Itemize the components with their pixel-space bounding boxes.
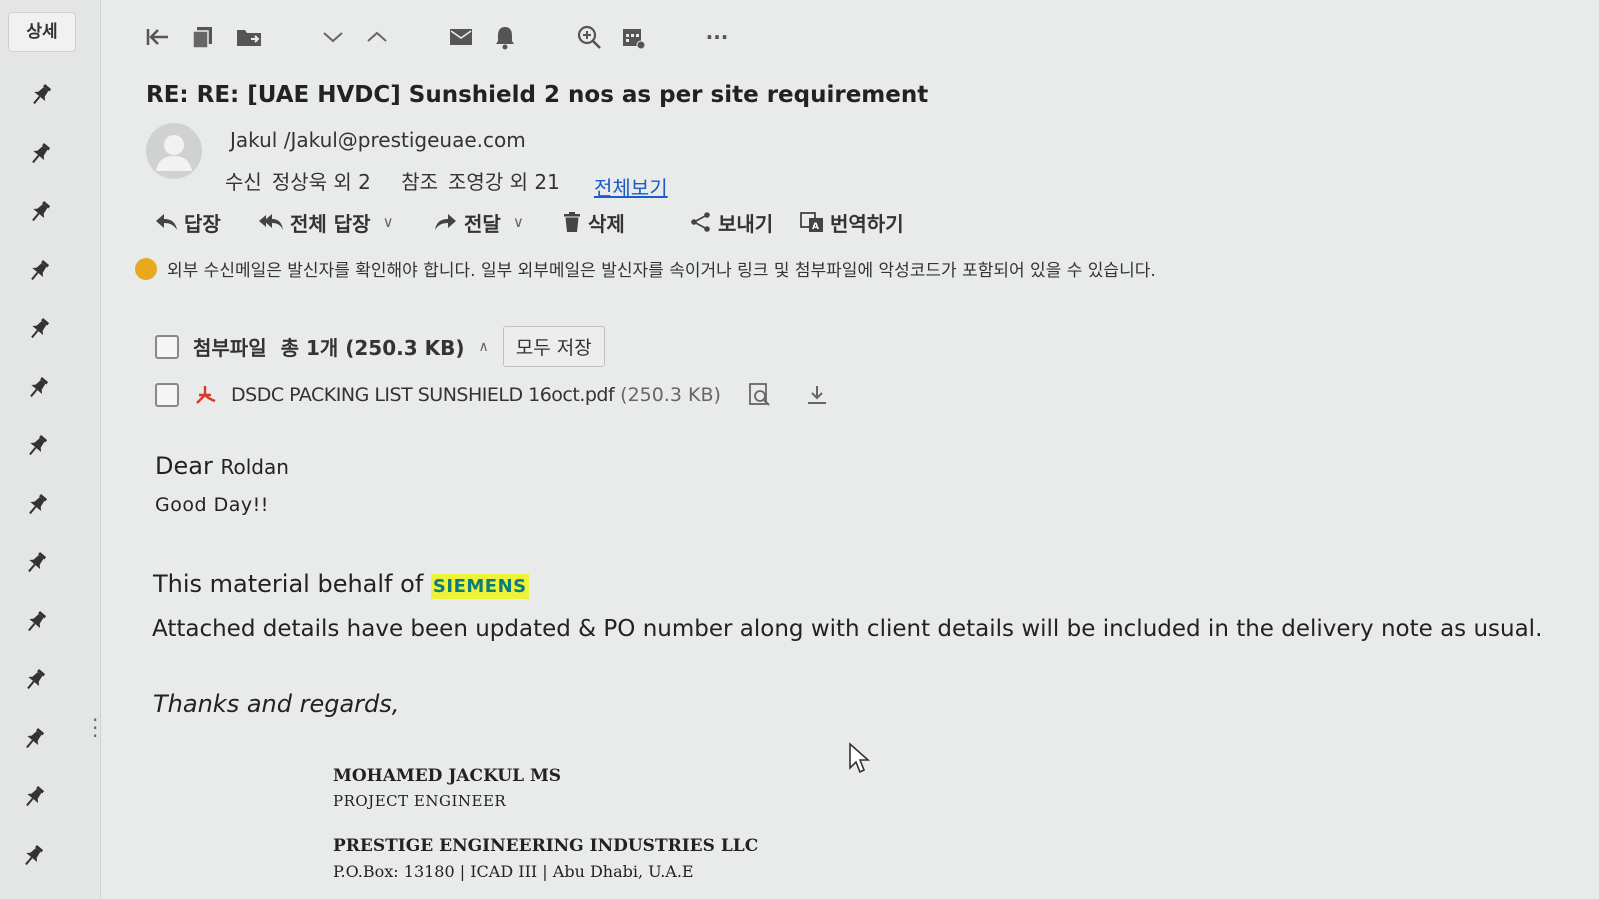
translate-button[interactable]: A 번역하기 (800, 204, 904, 240)
copy-icon[interactable] (188, 20, 218, 54)
svg-text:A: A (812, 222, 819, 232)
trash-icon (564, 212, 580, 232)
pin-icon[interactable] (26, 258, 52, 284)
attachments-header: 첨부파일 총 1개 (250.3 KB) ∧ 모두 저장 (155, 326, 605, 367)
forward-icon (435, 214, 456, 230)
view-all-link[interactable]: 전체보기 (594, 172, 668, 201)
pin-icon[interactable] (22, 667, 48, 693)
greeting-dear: Dear (155, 452, 213, 480)
forward-label: 전달 (464, 211, 501, 236)
material-line: This material behalf of SIEMENS (153, 570, 529, 599)
reply-all-label: 전체 답장 (290, 211, 371, 236)
pin-icon[interactable] (20, 843, 46, 869)
pin-icon[interactable] (21, 784, 47, 810)
external-mail-warning: 외부 수신메일은 발신자를 확인해야 합니다. 일부 외부메일은 발신자를 속이… (135, 256, 1156, 281)
reply-label: 답장 (184, 211, 221, 236)
pin-icon[interactable] (21, 726, 47, 752)
mouse-cursor-icon (848, 742, 874, 780)
pin-icon[interactable] (25, 375, 51, 401)
to-value[interactable]: 정상욱 외 2 (272, 170, 371, 194)
send-label: 보내기 (718, 211, 774, 236)
delete-button[interactable]: 삭제 (562, 204, 625, 240)
pin-icon[interactable] (27, 141, 53, 167)
attachment-row: DSDC PACKING LIST SUNSHIELD 16oct.pdf (2… (155, 382, 829, 408)
signature-title: PROJECT ENGINEER (333, 792, 507, 810)
avatar (146, 123, 202, 179)
reply-button[interactable]: 답장 (154, 204, 221, 240)
pin-icon[interactable] (27, 199, 53, 225)
greeting: Dear Roldan (155, 452, 289, 480)
move-folder-icon[interactable] (234, 20, 264, 54)
calendar-icon[interactable] (618, 20, 648, 54)
send-button[interactable]: 보내기 (690, 204, 773, 240)
detail-tab[interactable]: 상세 (8, 12, 76, 52)
company-highlight: SIEMENS (430, 574, 529, 599)
attachments-label: 첨부파일 (193, 336, 267, 360)
attachments-summary: 총 1개 (250.3 KB) (280, 336, 465, 360)
pin-icon[interactable] (23, 550, 49, 576)
sender[interactable]: Jakul /Jakul@prestigeuae.com (230, 128, 526, 152)
pin-icon[interactable] (26, 316, 52, 342)
download-icon[interactable] (805, 383, 829, 407)
reply-all-chevron-icon[interactable]: ∨ (383, 213, 394, 231)
left-sidebar: 상세 · · · (0, 0, 101, 899)
reply-all-icon (259, 214, 283, 230)
signature-name: MOHAMED JACKUL MS (333, 766, 562, 786)
resize-handle[interactable]: · · · (92, 710, 98, 746)
forward-button[interactable]: 전달 ∨ (434, 204, 524, 240)
signature-address: P.O.Box: 13180 | ICAD III | Abu Dhabi, U… (333, 862, 694, 881)
translate-label: 번역하기 (830, 211, 904, 236)
delete-label: 삭제 (588, 211, 625, 236)
pin-icon[interactable] (28, 82, 54, 108)
first-icon[interactable] (142, 20, 172, 54)
good-day-line: Good Day!! (155, 494, 269, 516)
translate-icon: A (800, 212, 823, 232)
material-prefix: This material behalf of (153, 570, 424, 598)
warning-icon (135, 257, 157, 280)
closing-line: Thanks and regards, (153, 690, 400, 718)
save-all-button[interactable]: 모두 저장 (502, 326, 605, 367)
greeting-name: Roldan (220, 455, 289, 479)
bell-icon[interactable] (490, 20, 520, 54)
reply-all-button[interactable]: 전체 답장 ∨ (258, 204, 394, 240)
pin-icon[interactable] (23, 609, 49, 635)
to-label: 수신 (225, 170, 262, 194)
pin-icon[interactable] (24, 433, 50, 459)
collapse-chevron-icon[interactable]: ∧ (479, 339, 489, 355)
cc-label: 참조 (401, 170, 439, 194)
warning-text: 외부 수신메일은 발신자를 확인해야 합니다. 일부 외부메일은 발신자를 속이… (167, 261, 1156, 281)
attached-line: Attached details have been updated & PO … (152, 616, 1543, 642)
reply-icon (156, 214, 177, 230)
more-icon[interactable]: ··· (702, 20, 732, 54)
forward-chevron-icon[interactable]: ∨ (513, 213, 524, 231)
pdf-icon (196, 386, 216, 404)
chevron-down-icon[interactable] (318, 20, 348, 54)
signature-company: PRESTIGE ENGINEERING INDUSTRIES LLC (333, 836, 759, 856)
zoom-icon[interactable] (574, 20, 604, 54)
chevron-up-icon[interactable] (362, 20, 392, 54)
attachment-checkbox[interactable] (155, 383, 179, 407)
recipients: 수신 정상욱 외 2 참조 조영강 외 21 (225, 166, 560, 195)
mail-icon[interactable] (446, 20, 476, 54)
attachment-filename[interactable]: DSDC PACKING LIST SUNSHIELD 16oct.pdf (231, 384, 615, 406)
preview-icon[interactable] (747, 382, 773, 408)
share-icon (691, 212, 710, 232)
pin-icon[interactable] (24, 492, 50, 518)
select-all-attachments-checkbox[interactable] (155, 334, 179, 359)
attachment-size: (250.3 KB) (620, 384, 721, 406)
email-subject: RE: RE: [UAE HVDC] Sunshield 2 nos as pe… (146, 82, 929, 108)
cc-value[interactable]: 조영강 외 21 (448, 170, 560, 194)
